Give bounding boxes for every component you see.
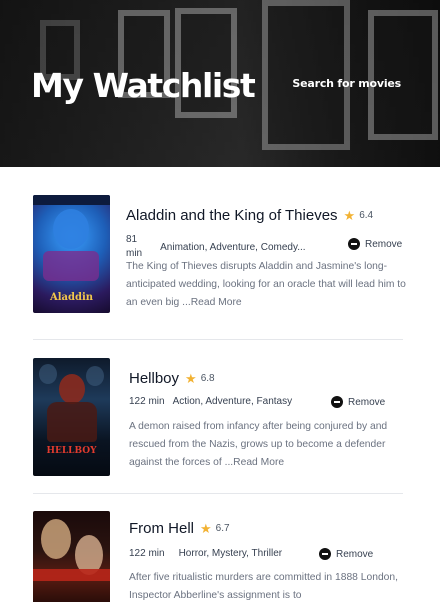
movie-title-row: From Hell ★ 6.7: [129, 520, 230, 537]
poster-title-text: HELLBOY: [46, 446, 97, 456]
remove-button[interactable]: Remove: [331, 396, 385, 408]
movie-rating: 6.7: [215, 523, 230, 534]
movie-rating: 6.8: [200, 373, 215, 384]
remove-icon: [319, 548, 331, 560]
movie-runtime: 122 min: [129, 396, 165, 407]
search-movies-link[interactable]: Search for movies: [292, 77, 401, 90]
read-more-link[interactable]: Read More: [191, 297, 242, 308]
movie-poster[interactable]: [33, 511, 110, 602]
movie-title[interactable]: Aladdin and the King of Thieves: [126, 207, 338, 224]
movie-title[interactable]: From Hell: [129, 520, 194, 537]
runtime-value: 81: [126, 234, 138, 245]
movie-overview: A demon raised from infancy after being …: [129, 418, 403, 472]
movie-overview: After five ritualistic murders are commi…: [129, 572, 398, 601]
movie-overview: The King of Thieves disrupts Aladdin and…: [126, 258, 406, 312]
remove-label: Remove: [336, 548, 374, 560]
star-icon: ★: [343, 207, 356, 223]
movie-title-row: Aladdin and the King of Thieves ★ 6.4: [126, 207, 373, 224]
list-divider: [33, 339, 403, 340]
list-divider: [33, 493, 403, 494]
background-poster-frame: [368, 10, 438, 140]
remove-button[interactable]: Remove: [348, 238, 402, 250]
remove-button[interactable]: Remove: [319, 548, 373, 560]
movie-poster[interactable]: HELLBOY: [33, 358, 110, 476]
movie-poster[interactable]: Aladdin: [33, 195, 110, 313]
read-more-link[interactable]: Read More: [233, 457, 284, 468]
hero-banner: My Watchlist Search for movies: [0, 0, 440, 167]
remove-label: Remove: [348, 396, 386, 408]
overview-text: The King of Thieves disrupts Aladdin and…: [126, 261, 406, 308]
movie-rating: 6.4: [359, 210, 374, 221]
movie-meta: 81 min Animation, Adventure, Comedy...: [126, 233, 306, 261]
page-title: My Watchlist: [31, 66, 256, 105]
movie-genres: Horror, Mystery, Thriller: [178, 548, 283, 559]
movie-title[interactable]: Hellboy: [129, 370, 179, 387]
movie-genres: Action, Adventure, Fantasy: [172, 396, 293, 407]
movie-meta: 122 min Horror, Mystery, Thriller: [129, 548, 282, 559]
remove-icon: [348, 238, 360, 250]
movie-meta: 122 min Action, Adventure, Fantasy: [129, 396, 292, 407]
movie-runtime: 81 min: [126, 233, 142, 261]
movie-genres: Animation, Adventure, Comedy...: [160, 241, 306, 253]
remove-icon: [331, 396, 343, 408]
star-icon: ★: [200, 520, 212, 536]
remove-label: Remove: [365, 238, 403, 250]
star-icon: ★: [185, 370, 197, 386]
movie-runtime: 122 min: [129, 548, 165, 559]
background-poster-frame: [262, 0, 350, 150]
movie-title-row: Hellboy ★ 6.8: [129, 370, 215, 387]
poster-title-text: Aladdin: [49, 292, 94, 303]
